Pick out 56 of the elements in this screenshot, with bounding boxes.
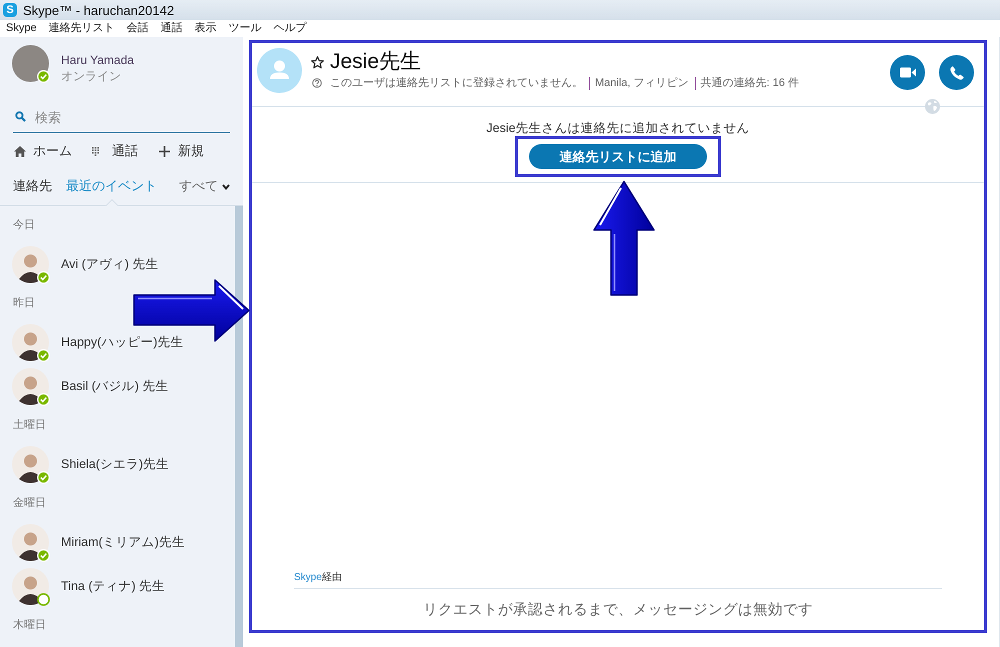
menu-item[interactable]: 会話 (120, 21, 155, 36)
person-silhouette-icon (12, 524, 49, 560)
date-heading: 今日 (13, 219, 35, 231)
menu-item[interactable]: 連絡先リスト (42, 21, 121, 36)
window-title: Skype™ - haruchan20142 (23, 2, 174, 18)
search-icon (15, 111, 26, 122)
nav-item[interactable]: 新規 (159, 141, 204, 161)
plus-icon (159, 146, 170, 156)
notice-text: Jesie先生さんは連絡先に追加されていません (486, 120, 750, 136)
menu-item[interactable]: ツール (222, 21, 268, 36)
contact-name: Jesie先生 (330, 49, 422, 75)
contact-detail: このユーザは連絡先リストに登録されていません。 (330, 76, 584, 90)
app-logo: S (3, 3, 17, 17)
person-silhouette-icon (12, 368, 49, 404)
presence-status: オンライン (61, 68, 122, 84)
via-label: Skype経由 (294, 572, 342, 583)
voice-call-button[interactable] (939, 55, 974, 90)
menu-item[interactable]: 通話 (154, 21, 189, 36)
tab[interactable]: 連絡先 (13, 169, 52, 205)
contact-item[interactable]: Miriam(ミリアム)先生 (0, 518, 235, 562)
default-avatar-icon (257, 48, 302, 93)
person-silhouette-icon (12, 446, 49, 482)
dialpad-icon (92, 146, 99, 156)
menu-item[interactable]: ヘルプ (268, 21, 313, 36)
contact-item[interactable]: Avi (アヴィ) 先生 (0, 240, 235, 284)
nav-item[interactable]: 通話 (92, 141, 138, 161)
menu-item[interactable]: 表示 (188, 21, 223, 36)
phone-icon (950, 66, 964, 80)
contact-item[interactable]: Happy(ハッピー)先生 (0, 318, 235, 362)
contact-item[interactable]: Basil (バジル) 先生 (0, 362, 235, 406)
contact-detail: Manila, フィリピン (589, 76, 695, 90)
date-heading: 昨日 (13, 297, 35, 309)
messaging-disabled-text: リクエストが承認されるまで、メッセージングは無効です (423, 601, 813, 620)
chevron-down-icon (222, 184, 230, 190)
menu-item[interactable]: Skype (0, 21, 43, 36)
add-contact-button[interactable]: 連絡先リストに追加 (529, 144, 707, 169)
person-silhouette-icon (12, 568, 49, 604)
person-silhouette-icon (12, 246, 49, 282)
question-circle-icon[interactable] (312, 78, 322, 88)
home-icon (14, 146, 26, 156)
date-heading: 金曜日 (13, 497, 46, 509)
profile-photo-placeholder (12, 45, 49, 82)
profile-name: Haru Yamada (61, 52, 134, 68)
contact-item[interactable]: Tina (ティナ) 先生 (0, 562, 235, 606)
date-heading: 木曜日 (13, 619, 46, 631)
video-call-button[interactable] (890, 55, 925, 90)
filter-dropdown[interactable]: すべて (179, 169, 230, 205)
video-camera-icon (900, 67, 916, 78)
contact-detail: 共通の連絡先: 16 件 (694, 76, 805, 90)
scrollbar[interactable] (235, 206, 243, 647)
search-field[interactable]: 検索 (13, 105, 230, 133)
contact-item[interactable]: Shiela(シエラ)先生 (0, 440, 235, 484)
date-heading: 土曜日 (13, 419, 46, 431)
star-icon[interactable] (310, 56, 324, 68)
person-silhouette-icon (12, 324, 49, 360)
nav-item[interactable]: ホーム (14, 141, 72, 161)
